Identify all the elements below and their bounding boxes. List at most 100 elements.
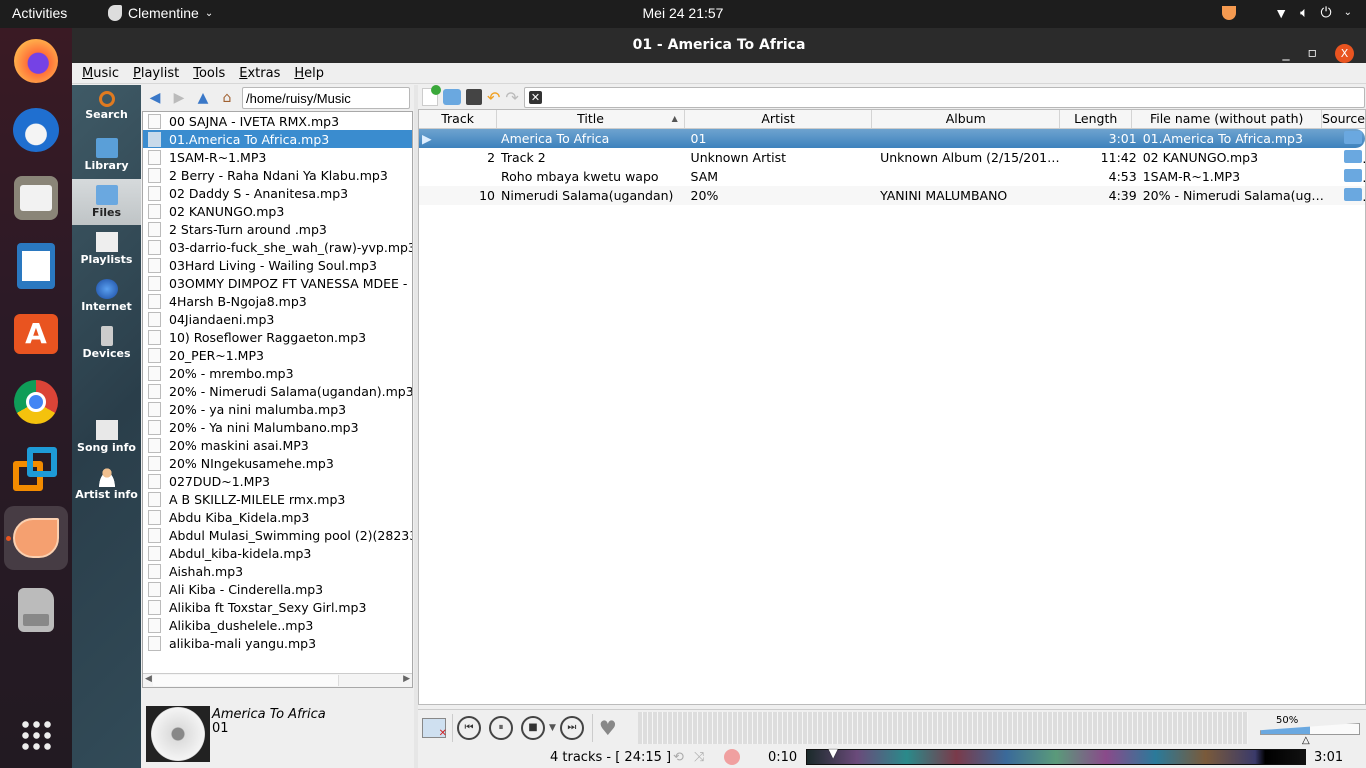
col-file-name[interactable]: File name (without path) (1132, 110, 1322, 128)
load-playlist-icon[interactable] (443, 89, 461, 105)
sidebar-tab-files[interactable]: Files (72, 179, 141, 225)
stop-button[interactable]: ■ (521, 715, 545, 740)
col-source[interactable]: Source (1322, 110, 1365, 128)
playlist-row[interactable]: 2 Track 2 Unknown Artist Unknown Album (2/1… (419, 148, 1365, 167)
menu-music[interactable]: Music (82, 66, 119, 81)
sidebar-tab-search[interactable]: Search (72, 85, 141, 131)
file-item[interactable]: 20% - Nimerudi Salama(ugandan).mp3 (143, 382, 412, 400)
next-button[interactable]: ⏭ (559, 715, 584, 740)
sidebar-tab-library[interactable]: Library (72, 132, 141, 178)
file-item[interactable]: 20% maskini asai.MP3 (143, 436, 412, 454)
shuffle-icon[interactable]: ⤨ (694, 750, 704, 765)
lastfm-scrobble-icon[interactable] (724, 749, 740, 765)
dock-chrome[interactable] (11, 377, 61, 427)
new-playlist-icon[interactable] (422, 85, 441, 106)
dock-vmware[interactable] (11, 445, 61, 495)
dock-ubuntu-software[interactable]: A (11, 309, 61, 359)
repeat-icon[interactable]: ⟲ (673, 750, 684, 765)
system-tray[interactable]: ▼ 🔈︎ ⏻ ⌄ (1222, 4, 1352, 21)
path-input[interactable] (242, 87, 410, 109)
volume-control[interactable]: 50% △ (1256, 710, 1366, 746)
scrollbar-thumb[interactable] (153, 675, 339, 686)
file-item[interactable]: 02 KANUNGO.mp3 (143, 202, 412, 220)
menu-tools[interactable]: Tools (193, 66, 225, 81)
col-artist[interactable]: Artist (685, 110, 873, 128)
file-item[interactable]: 1SAM-R~1.MP3 (143, 148, 412, 166)
file-item[interactable]: 20% - ya nini malumba.mp3 (143, 400, 412, 418)
back-button[interactable]: ◀ (146, 89, 164, 107)
playlist-row[interactable]: Roho mbaya kwetu wapo SAM 4:53 1SAM-R~1.MP3 (419, 167, 1365, 186)
clock[interactable]: Mei 24 21:57 (0, 5, 1366, 21)
forward-button[interactable]: ▶ (170, 89, 188, 107)
sidebar-tab-song-info[interactable]: Song info (72, 414, 141, 460)
file-item[interactable]: 2 Stars-Turn around .mp3 (143, 220, 412, 238)
close-button[interactable]: X (1335, 44, 1354, 63)
col-length[interactable]: Length (1060, 110, 1133, 128)
dock-files[interactable] (11, 173, 61, 223)
sidebar-tab-artist-info[interactable]: Artist info (72, 461, 141, 507)
file-item[interactable]: 00 SAJNA - IVETA RMX.mp3 (143, 112, 412, 130)
horizontal-scrollbar[interactable]: ◀ ▶ (143, 673, 412, 687)
scroll-left-arrow[interactable]: ◀ (145, 674, 152, 684)
pause-button[interactable]: ⏸ (489, 715, 513, 740)
dock-libreoffice-writer[interactable] (11, 241, 61, 291)
file-item[interactable]: 03Hard Living - Wailing Soul.mp3 (143, 256, 412, 274)
sidebar-tab-internet[interactable]: Internet (72, 273, 141, 319)
home-button[interactable]: ⌂ (218, 89, 236, 107)
spectrum-analyzer[interactable] (638, 712, 1248, 744)
up-button[interactable]: ▲ (194, 89, 212, 107)
menu-help[interactable]: Help (294, 66, 324, 81)
save-playlist-icon[interactable] (466, 89, 482, 105)
file-item[interactable]: Alikiba ft Toxstar_Sexy Girl.mp3 (143, 598, 412, 616)
show-applications-button[interactable] (11, 710, 61, 760)
volume-slider-handle[interactable]: △ (1302, 735, 1310, 746)
file-item[interactable]: Abdul_kiba-kidela.mp3 (143, 544, 412, 562)
dock-thunderbird[interactable] (11, 105, 61, 155)
col-track[interactable]: Track (419, 110, 498, 128)
playlist-filter-input[interactable]: ✕ (523, 86, 1365, 108)
redo-icon[interactable]: ↷ (505, 88, 518, 107)
clementine-tray-icon[interactable] (1222, 5, 1237, 20)
file-item[interactable]: 2 Berry - Raha Ndani Ya Klabu.mp3 (143, 166, 412, 184)
dock-sd-card[interactable] (11, 585, 61, 635)
sidebar-tab-playlists[interactable]: Playlists (72, 226, 141, 272)
col-title[interactable]: Title ▲ (497, 110, 685, 128)
col-album[interactable]: Album (872, 110, 1061, 128)
file-list[interactable]: 00 SAJNA - IVETA RMX.mp3 01.America To Af… (142, 111, 413, 688)
album-cover[interactable] (146, 706, 210, 762)
file-item[interactable]: 4Harsh B-Ngoja8.mp3 (143, 292, 412, 310)
file-item[interactable]: Ali Kiba - Cinderella.mp3 (143, 580, 412, 598)
file-item[interactable]: 20_PER~1.MP3 (143, 346, 412, 364)
file-item[interactable]: 20% - Ya nini Malumbano.mp3 (143, 418, 412, 436)
file-item[interactable]: 20% - mrembo.mp3 (143, 364, 412, 382)
file-item[interactable]: alikiba-mali yangu.mp3 (143, 634, 412, 652)
clear-playlist-icon[interactable]: ✕ (422, 717, 447, 739)
maximize-button[interactable]: ▫ (1308, 36, 1318, 71)
file-item[interactable]: Abdul Mulasi_Swimming pool (2)(28233) (143, 526, 412, 544)
playlist-row[interactable]: 10 Nimerudi Salama(ugandan) 20% YANINI MALU… (419, 186, 1365, 205)
menu-playlist[interactable]: Playlist (133, 66, 179, 81)
scroll-right-arrow[interactable]: ▶ (403, 674, 410, 684)
file-item[interactable]: 03OMMY DIMPOZ FT VANESSA MDEE - M (143, 274, 412, 292)
file-item[interactable]: Abdu Kiba_Kidela.mp3 (143, 508, 412, 526)
playlist-table[interactable]: Track Title ▲ Artist Album Length File na… (418, 109, 1366, 705)
menu-extras[interactable]: Extras (239, 66, 280, 81)
file-item[interactable]: 027DUD~1.MP3 (143, 472, 412, 490)
love-icon[interactable]: ♥ (599, 716, 617, 740)
file-item[interactable]: Alikiba_dushelele..mp3 (143, 616, 412, 634)
dock-clementine[interactable] (4, 506, 68, 570)
seek-bar[interactable]: ▼ (806, 746, 1306, 765)
playlist-row[interactable]: ▶ America To Africa 01 3:01 01.America To Af… (419, 129, 1365, 148)
file-item[interactable]: 01.America To Africa.mp3 (143, 130, 412, 148)
undo-icon[interactable]: ↶ (487, 88, 500, 107)
previous-button[interactable]: ⏮ (457, 715, 481, 740)
seek-handle[interactable]: ▼ (829, 746, 838, 760)
file-item[interactable]: 10) Roseflower Raggaeton.mp3 (143, 328, 412, 346)
stop-options-dropdown[interactable]: ▼ (549, 723, 556, 733)
file-item[interactable]: 03-darrio-fuck_she_wah_(raw)-yvp.mp3 (143, 238, 412, 256)
file-item[interactable]: 04Jiandaeni.mp3 (143, 310, 412, 328)
file-item[interactable]: 20% NIngekusamehe.mp3 (143, 454, 412, 472)
sidebar-tab-devices[interactable]: Devices (72, 320, 141, 366)
file-item[interactable]: 02 Daddy S - Ananitesa.mp3 (143, 184, 412, 202)
clear-filter-icon[interactable]: ✕ (528, 90, 543, 104)
